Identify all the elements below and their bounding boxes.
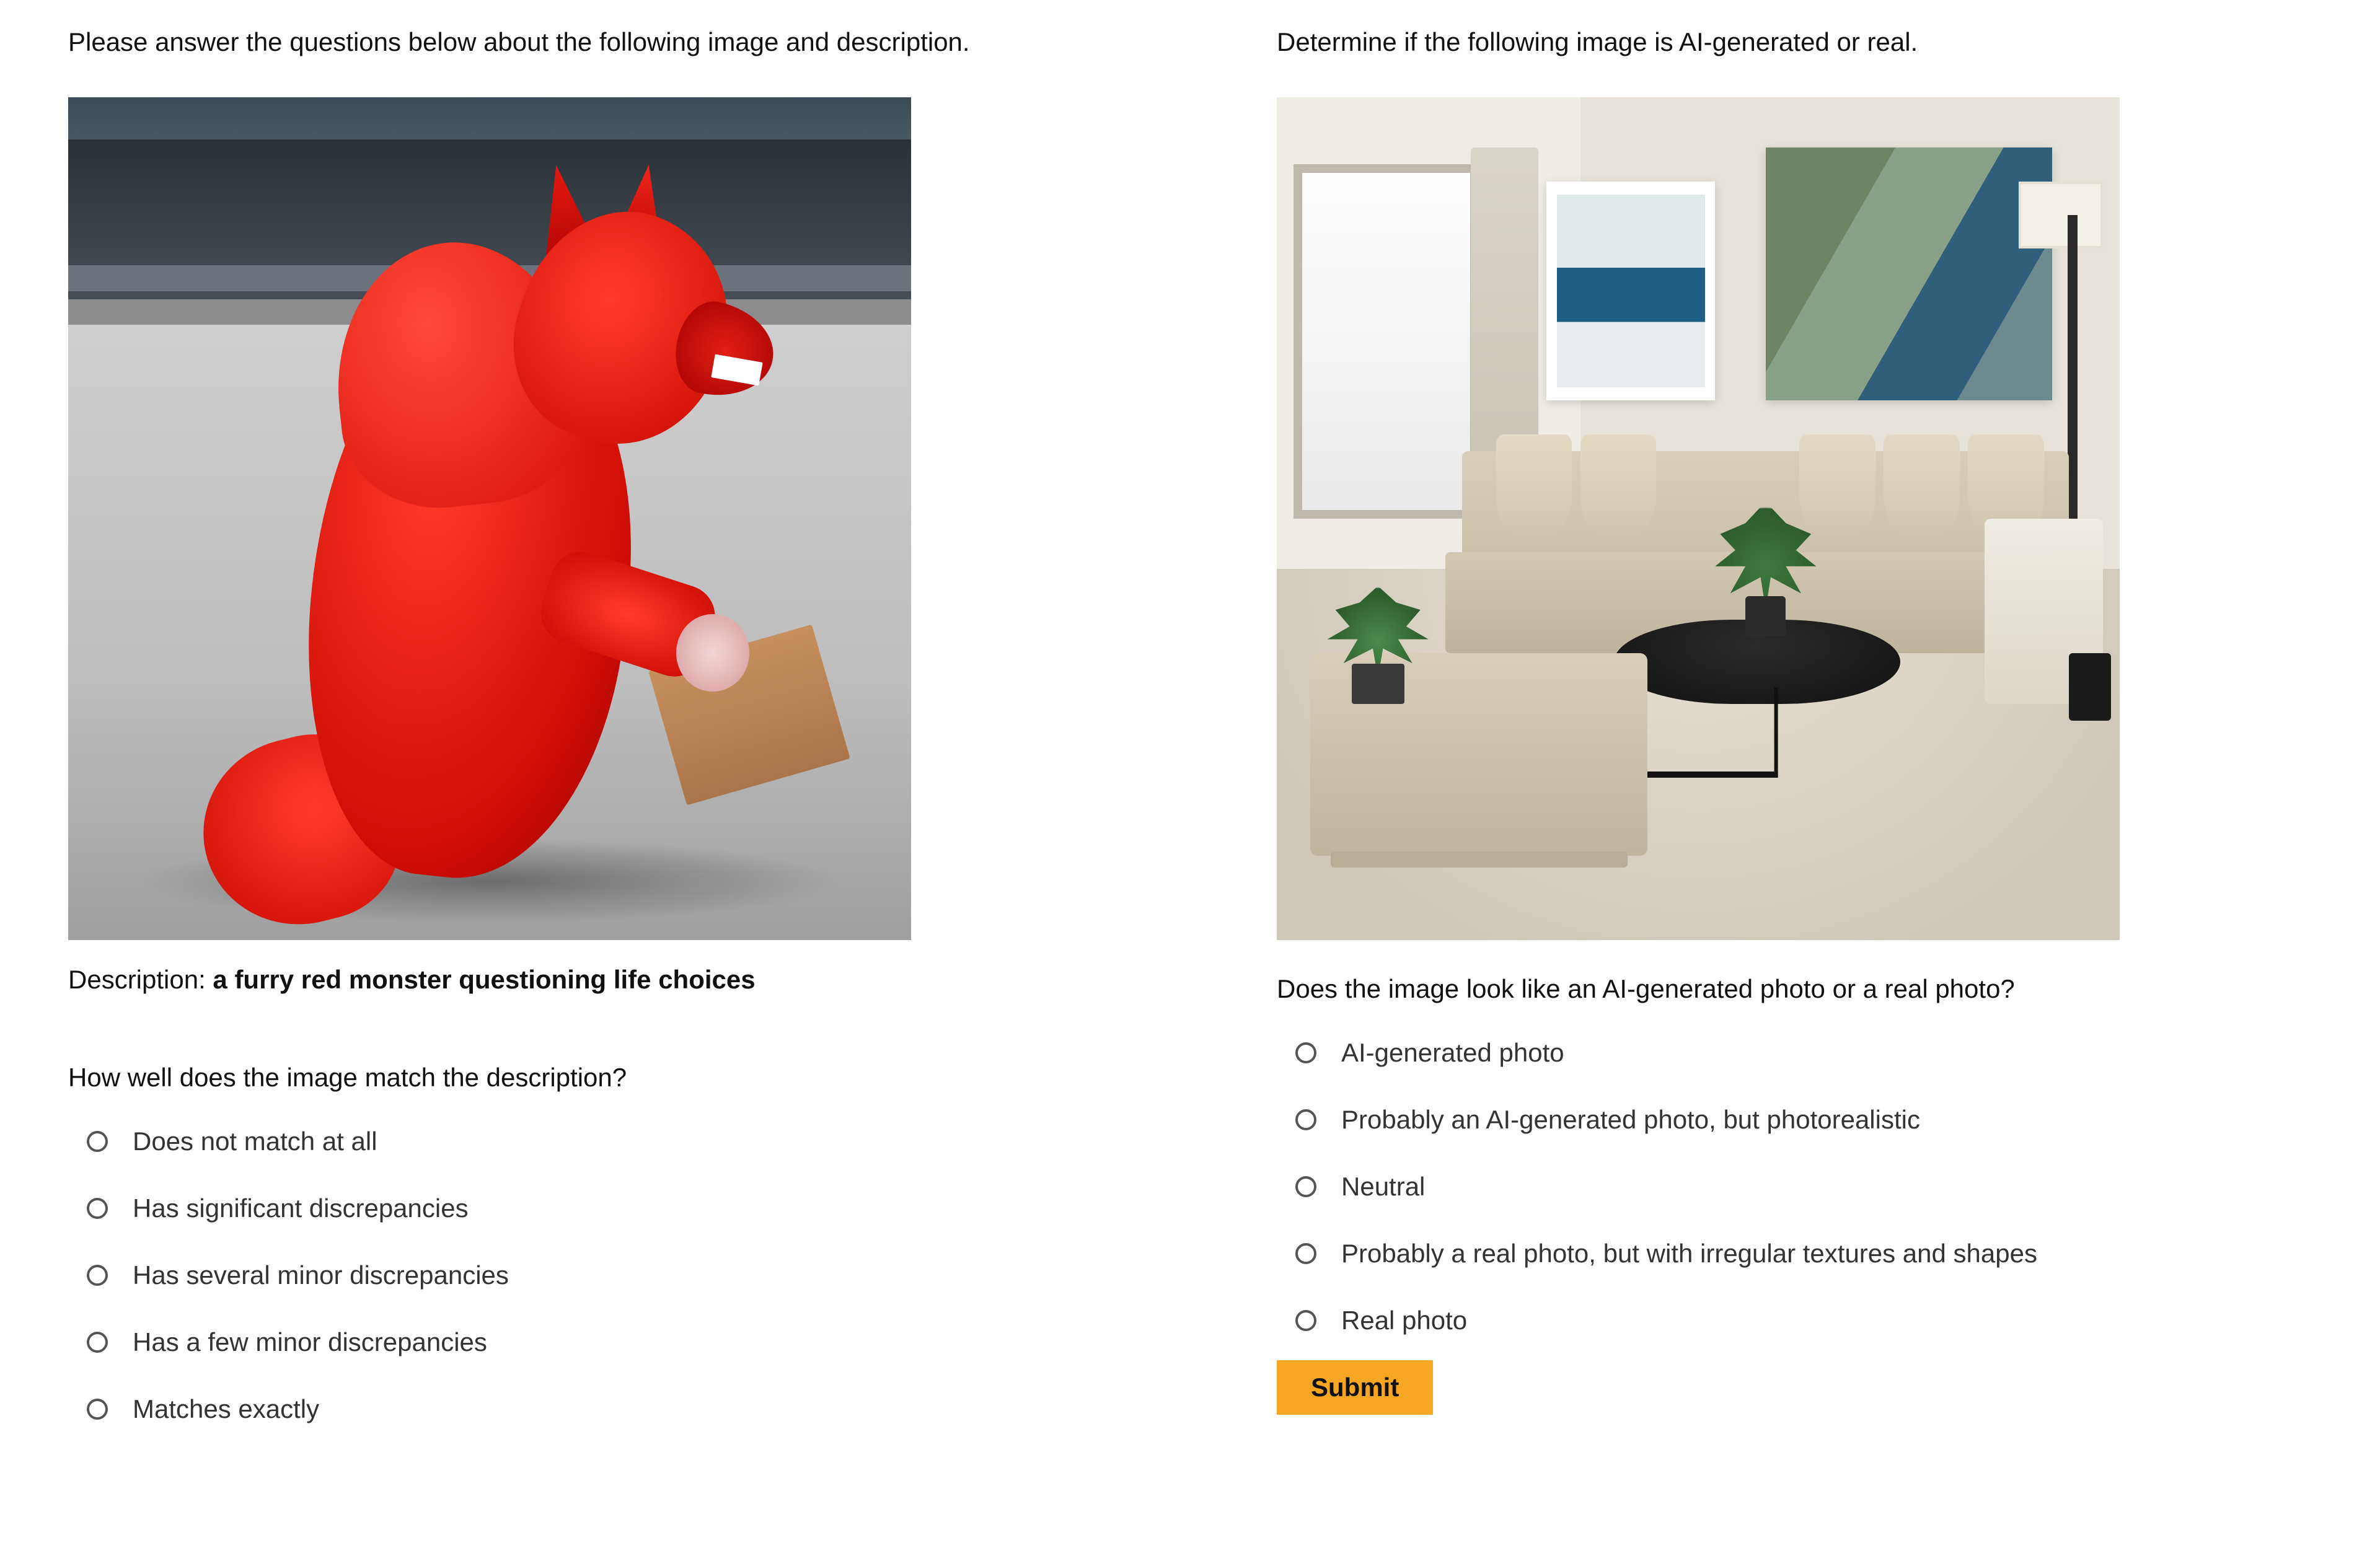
left-option-3[interactable]: Has a few minor discrepancies [87,1327,1140,1357]
radio-icon [87,1399,108,1420]
radio-icon [1295,1042,1316,1063]
left-description: Description: a furry red monster questio… [68,965,1140,995]
radio-icon [87,1265,108,1286]
right-instruction: Determine if the following image is AI-g… [1277,25,2287,60]
radio-icon [87,1332,108,1353]
radio-icon [1295,1310,1316,1331]
living-room-illustration [1277,97,2120,940]
option-label: Real photo [1341,1306,1467,1335]
option-label: Has significant discrepancies [133,1194,469,1223]
right-option-2[interactable]: Neutral [1295,1172,2287,1202]
left-image [68,97,911,940]
right-option-1[interactable]: Probably an AI-generated photo, but phot… [1295,1105,2287,1135]
option-label: Probably an AI-generated photo, but phot… [1341,1105,1920,1135]
left-task: Please answer the questions below about … [68,25,1190,1424]
description-text: a furry red monster questioning life cho… [213,965,755,994]
option-label: Neutral [1341,1172,1425,1202]
radio-icon [1295,1176,1316,1197]
radio-icon [87,1198,108,1219]
radio-icon [1295,1109,1316,1130]
left-option-1[interactable]: Has significant discrepancies [87,1194,1140,1223]
right-option-4[interactable]: Real photo [1295,1306,2287,1335]
option-label: Has several minor discrepancies [133,1260,509,1290]
radio-icon [1295,1243,1316,1264]
red-creature-illustration [68,97,911,940]
right-task: Determine if the following image is AI-g… [1190,25,2312,1424]
left-question: How well does the image match the descri… [68,1063,1140,1093]
left-option-4[interactable]: Matches exactly [87,1394,1140,1424]
right-question: Does the image look like an AI-generated… [1277,974,2287,1004]
option-label: Probably a real photo, but with irregula… [1341,1239,2037,1269]
left-option-2[interactable]: Has several minor discrepancies [87,1260,1140,1290]
left-option-0[interactable]: Does not match at all [87,1127,1140,1156]
option-label: Has a few minor discrepancies [133,1327,487,1357]
left-options: Does not match at all Has significant di… [68,1127,1140,1424]
submit-button[interactable]: Submit [1277,1360,1433,1415]
radio-icon [87,1131,108,1152]
option-label: Matches exactly [133,1394,319,1424]
right-option-0[interactable]: AI-generated photo [1295,1038,2287,1068]
option-label: Does not match at all [133,1127,377,1156]
left-instruction: Please answer the questions below about … [68,25,1140,60]
right-option-3[interactable]: Probably a real photo, but with irregula… [1295,1239,2287,1269]
description-label: Description: [68,965,213,994]
right-options: AI-generated photo Probably an AI-genera… [1277,1038,2287,1335]
right-image [1277,97,2120,940]
option-label: AI-generated photo [1341,1038,1564,1068]
